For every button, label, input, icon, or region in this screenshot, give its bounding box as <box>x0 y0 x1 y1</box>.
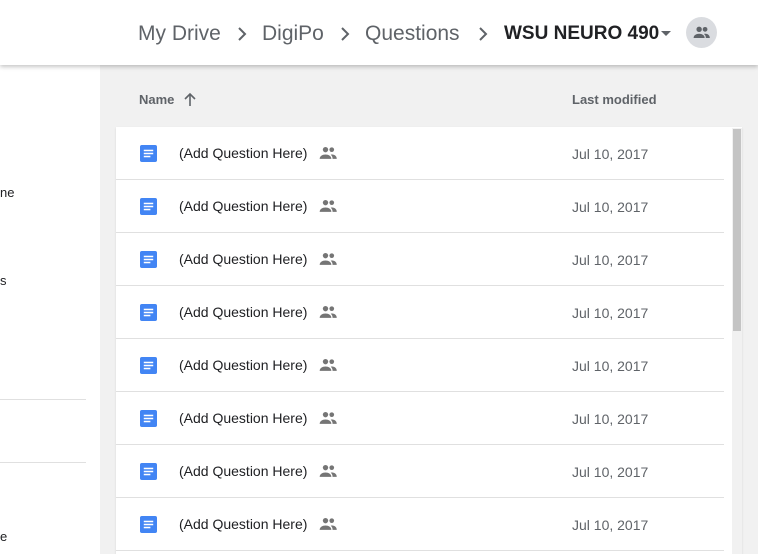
google-doc-icon <box>140 410 157 427</box>
shared-people-icon <box>319 306 337 318</box>
shared-people-icon <box>319 412 337 424</box>
file-modified-date: Jul 10, 2017 <box>572 252 649 268</box>
shared-people-icon <box>319 200 337 212</box>
shared-people-icon <box>319 147 337 159</box>
google-doc-icon <box>140 145 157 162</box>
file-name: (Add Question Here) <box>179 198 308 214</box>
file-row[interactable]: (Add Question Here) Jul 10, 2017 <box>116 286 724 339</box>
sidebar-item-label[interactable]: s <box>0 273 7 289</box>
sidebar-item-label[interactable]: e <box>0 529 7 545</box>
file-row[interactable]: (Add Question Here) Jul 10, 2017 <box>116 180 724 233</box>
file-name: (Add Question Here) <box>179 251 308 267</box>
shared-folder-button[interactable] <box>686 17 717 48</box>
file-name: (Add Question Here) <box>179 145 308 161</box>
google-doc-icon <box>140 357 157 374</box>
sidebar: ne s e <box>0 65 100 554</box>
file-name: (Add Question Here) <box>179 516 308 532</box>
shared-people-icon <box>319 518 337 530</box>
breadcrumb-bar: My Drive DigiPo Questions WSU NEURO 490 <box>0 0 758 65</box>
file-modified-date: Jul 10, 2017 <box>572 411 649 427</box>
column-header-last-modified[interactable]: Last modified <box>572 92 657 107</box>
file-modified-date: Jul 10, 2017 <box>572 146 649 162</box>
file-name: (Add Question Here) <box>179 410 308 426</box>
file-modified-date: Jul 10, 2017 <box>572 517 649 533</box>
file-row[interactable]: (Add Question Here) Jul 10, 2017 <box>116 445 724 498</box>
shared-people-icon <box>319 465 337 477</box>
file-row[interactable]: (Add Question Here) Jul 10, 2017 <box>116 339 724 392</box>
file-modified-date: Jul 10, 2017 <box>572 464 649 480</box>
people-icon <box>693 26 710 39</box>
google-doc-icon <box>140 304 157 321</box>
breadcrumb-item-digipo[interactable]: DigiPo <box>262 19 324 49</box>
sidebar-item-label[interactable]: ne <box>0 185 14 201</box>
breadcrumb-item-questions[interactable]: Questions <box>365 19 460 49</box>
column-header-name[interactable]: Name <box>139 92 174 107</box>
sidebar-divider <box>0 399 86 400</box>
file-row[interactable]: (Add Question Here) Jul 10, 2017 <box>116 127 724 180</box>
file-row[interactable]: (Add Question Here) Jul 10, 2017 <box>116 498 724 551</box>
file-name: (Add Question Here) <box>179 463 308 479</box>
file-name: (Add Question Here) <box>179 357 308 373</box>
chevron-right-icon <box>479 27 488 41</box>
google-doc-icon <box>140 251 157 268</box>
breadcrumb-current-folder[interactable]: WSU NEURO 490 <box>504 19 659 49</box>
google-doc-icon <box>140 198 157 215</box>
file-modified-date: Jul 10, 2017 <box>572 358 649 374</box>
chevron-right-icon <box>238 27 247 41</box>
sort-arrow-up-icon[interactable] <box>182 92 198 108</box>
chevron-right-icon <box>341 27 350 41</box>
file-list: (Add Question Here) Jul 10, 2017 (Add Qu… <box>116 127 742 554</box>
sidebar-divider <box>0 462 86 463</box>
google-doc-icon <box>140 516 157 533</box>
caret-down-icon[interactable] <box>661 31 671 36</box>
scrollbar-thumb[interactable] <box>733 129 741 331</box>
file-row[interactable]: (Add Question Here) Jul 10, 2017 <box>116 233 724 286</box>
file-row[interactable]: (Add Question Here) Jul 10, 2017 <box>116 392 724 445</box>
shared-people-icon <box>319 359 337 371</box>
file-modified-date: Jul 10, 2017 <box>572 305 649 321</box>
google-doc-icon <box>140 463 157 480</box>
shared-people-icon <box>319 253 337 265</box>
file-modified-date: Jul 10, 2017 <box>572 199 649 215</box>
breadcrumb-item-my-drive[interactable]: My Drive <box>138 19 221 49</box>
file-name: (Add Question Here) <box>179 304 308 320</box>
